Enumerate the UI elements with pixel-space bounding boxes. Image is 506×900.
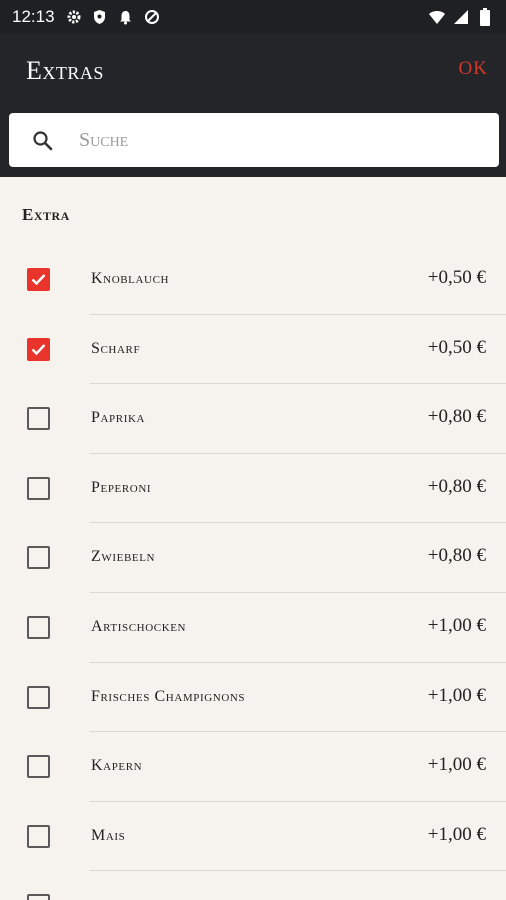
checkbox[interactable] — [27, 268, 50, 291]
item-price: +1,00 € — [427, 614, 486, 636]
item-label: Kapern — [91, 757, 143, 775]
check-icon — [31, 274, 46, 286]
status-time: 12:13 — [12, 7, 55, 26]
list-item[interactable]: Knoblauch +0,50 € — [0, 245, 506, 315]
item-price: +0,50 € — [427, 336, 486, 358]
gear-icon — [65, 8, 83, 26]
search-icon — [31, 129, 55, 153]
list-item[interactable] — [0, 871, 506, 900]
status-icons-left — [65, 8, 161, 26]
extras-list: Knoblauch +0,50 € Scharf +0,50 € Paprika +0,8… — [0, 245, 506, 900]
section-header: Extra — [22, 205, 70, 224]
shield-icon — [91, 8, 109, 26]
item-label: Peperoni — [91, 478, 152, 496]
checkbox[interactable] — [27, 894, 50, 900]
checkbox[interactable] — [27, 755, 50, 779]
checkbox[interactable] — [27, 546, 50, 570]
ok-button[interactable]: OK — [459, 58, 488, 80]
item-label: Paprika — [91, 409, 146, 427]
list-item[interactable]: Mais +1,00 € — [0, 802, 506, 872]
item-price: +1,00 € — [427, 684, 486, 706]
search-box[interactable] — [9, 113, 499, 167]
checkbox[interactable] — [27, 824, 50, 848]
item-label: Zwiebeln — [91, 548, 156, 566]
item-label: Frisches Champignons — [91, 687, 246, 705]
status-icons-right — [428, 8, 494, 26]
page-title: Extras — [26, 56, 104, 85]
bell-icon — [117, 8, 135, 26]
item-label: Artischocken — [91, 617, 187, 635]
list-item[interactable]: Scharf +0,50 € — [0, 315, 506, 385]
wifi-icon — [428, 8, 446, 26]
signal-icon — [452, 8, 470, 26]
sync-icon — [143, 8, 161, 26]
item-price: +0,50 € — [427, 267, 486, 288]
item-label: Mais — [91, 826, 126, 844]
app-bar: Extras OK — [0, 34, 506, 177]
check-icon — [31, 343, 46, 355]
item-price: +0,80 € — [427, 406, 486, 428]
checkbox[interactable] — [27, 476, 50, 500]
item-label: Scharf — [91, 339, 141, 357]
item-price: +1,00 € — [427, 754, 486, 776]
checkbox[interactable] — [27, 407, 50, 431]
list-item[interactable]: Frisches Champignons +1,00 € — [0, 663, 506, 733]
checkbox[interactable] — [27, 615, 50, 639]
list-item[interactable]: Kapern +1,00 € — [0, 732, 506, 802]
search-input[interactable] — [79, 123, 479, 157]
list-item[interactable]: Zwiebeln +0,80 € — [0, 523, 506, 593]
item-price: +0,80 € — [427, 545, 486, 567]
list-item[interactable]: Artischocken +1,00 € — [0, 593, 506, 663]
checkbox[interactable] — [27, 685, 50, 709]
item-label: Knoblauch — [91, 270, 170, 287]
battery-icon — [476, 8, 494, 26]
item-price: +1,00 € — [427, 823, 486, 845]
item-price: +0,80 € — [427, 475, 486, 497]
extras-content: Extra Knoblauch +0,50 € Scharf +0,50 € Papri… — [0, 177, 506, 900]
list-item[interactable]: Paprika +0,80 € — [0, 384, 506, 454]
list-item[interactable]: Peperoni +0,80 € — [0, 454, 506, 524]
status-bar: 12:13 — [0, 0, 506, 34]
checkbox[interactable] — [27, 337, 50, 361]
